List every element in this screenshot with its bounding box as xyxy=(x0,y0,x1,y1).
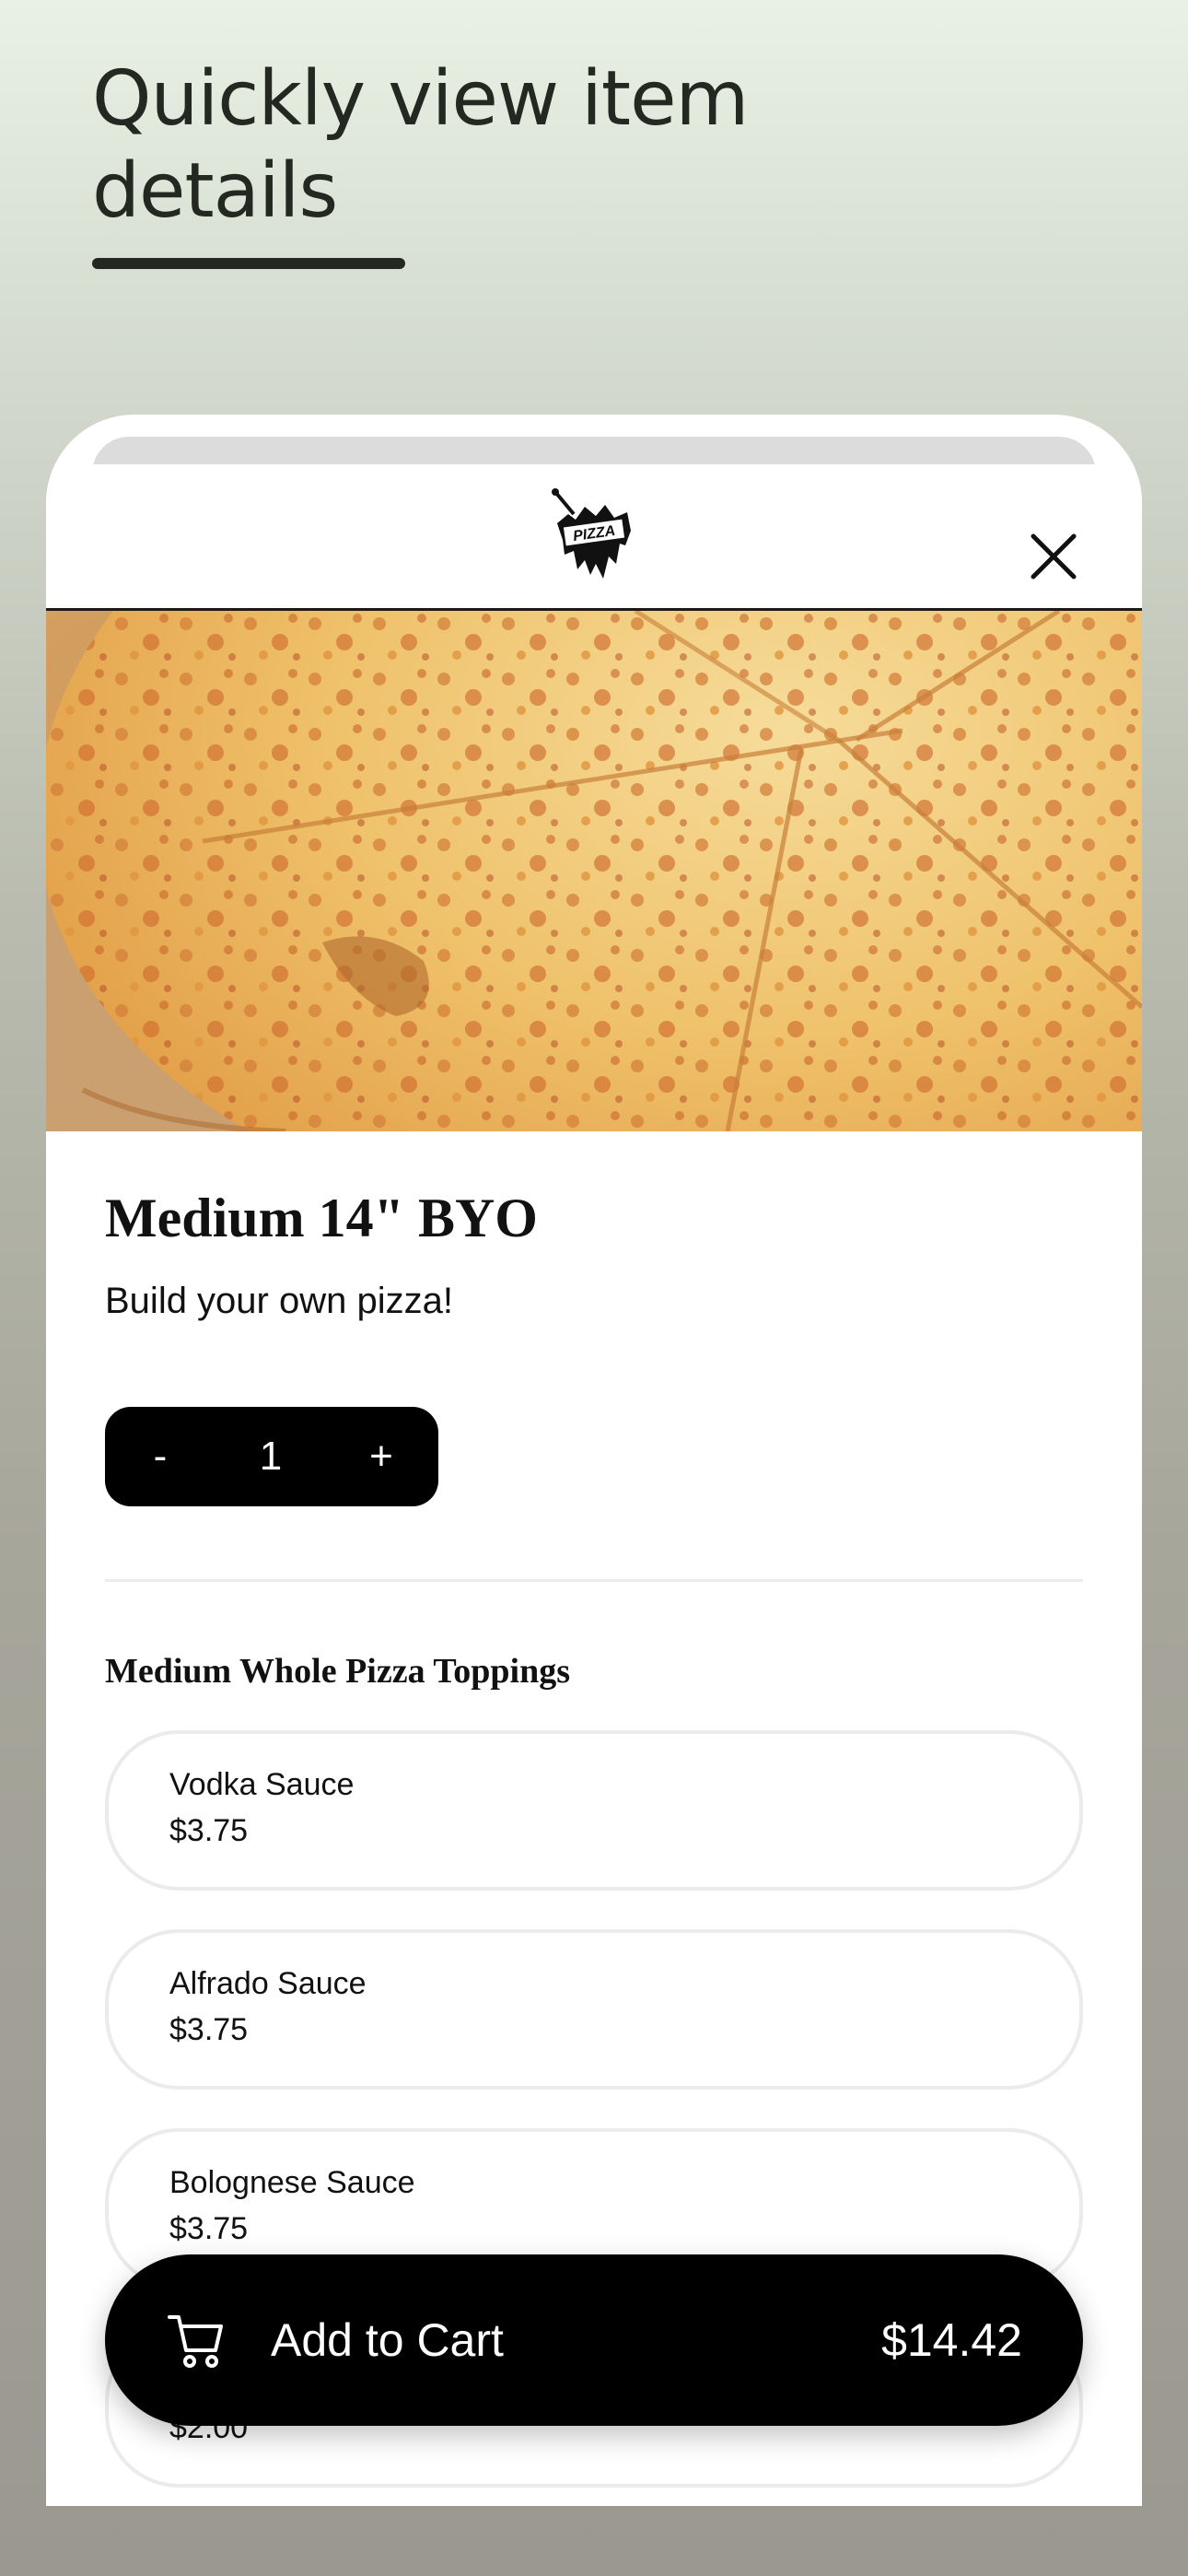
item-detail-sheet: PIZZA Medium 14" BYO Build your own pizz… xyxy=(46,415,1142,2506)
option-name: Bolognese Sauce xyxy=(169,2165,415,2200)
option-name: Alfrado Sauce xyxy=(169,1966,367,2001)
promo-headline: Quickly view item details xyxy=(92,53,829,238)
cart-total: $14.42 xyxy=(881,2314,1022,2366)
quantity-stepper: - 1 + xyxy=(105,1407,438,1506)
add-to-cart-button[interactable]: Add to Cart $14.42 xyxy=(105,2254,1083,2426)
pizza-shop-logo-icon: PIZZA xyxy=(548,486,640,588)
quantity-value: 1 xyxy=(259,1434,283,1479)
headline-line-1: Quickly view item xyxy=(92,55,749,143)
headline-line-2: details xyxy=(92,147,338,235)
close-icon[interactable] xyxy=(1026,529,1081,584)
item-photo xyxy=(46,611,1142,1131)
item-title: Medium 14" BYO xyxy=(105,1188,538,1248)
topping-option-vodka-sauce[interactable]: Vodka Sauce $3.75 xyxy=(105,1730,1083,1891)
divider xyxy=(105,1579,1083,1582)
headline-underline xyxy=(92,258,405,269)
add-to-cart-label: Add to Cart xyxy=(271,2314,504,2366)
option-price: $3.75 xyxy=(169,2012,249,2047)
sheet-header: PIZZA xyxy=(46,464,1142,611)
decrement-button[interactable]: - xyxy=(133,1407,188,1506)
option-price: $3.75 xyxy=(169,1813,249,1848)
cart-icon xyxy=(166,2310,227,2371)
topping-option-alfrado-sauce[interactable]: Alfrado Sauce $3.75 xyxy=(105,1929,1083,2090)
option-price: $3.75 xyxy=(169,2211,249,2246)
increment-button[interactable]: + xyxy=(354,1407,409,1506)
option-name: Vodka Sauce xyxy=(169,1767,355,1802)
item-description: Build your own pizza! xyxy=(105,1281,453,1321)
toppings-section-title: Medium Whole Pizza Toppings xyxy=(105,1652,571,1691)
